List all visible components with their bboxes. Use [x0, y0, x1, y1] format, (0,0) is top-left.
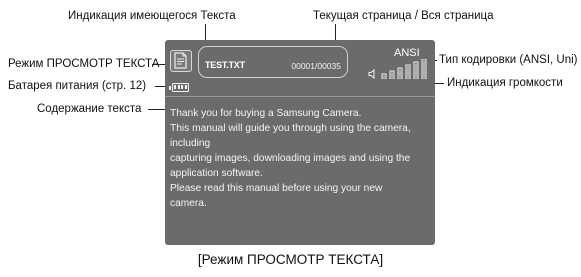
text-line: capturing images, downloading images and… [170, 153, 411, 164]
callout-text-indicator: Индикация имеющегося Текста [68, 10, 236, 22]
page-counter: 00001/00035 [291, 61, 341, 71]
callout-encoding-type: Тип кодировки (ANSI, Uni) [439, 54, 578, 66]
callout-page-indicator: Текущая страница / Вся страница [313, 10, 494, 22]
callout-text-content: Содержание текста [37, 103, 142, 115]
leader-line-text-content [148, 109, 166, 110]
screen-divider [165, 96, 435, 97]
encoding-label: ANSI [394, 47, 420, 59]
figure-caption: [Режим ПРОСМОТР ТЕКСТА] [197, 252, 384, 267]
volume-indicator [381, 59, 427, 79]
speaker-icon [368, 69, 375, 79]
text-line: Please read this manual before using you… [170, 183, 383, 194]
text-line: This manual will guide you through using… [170, 123, 411, 134]
text-line: camera. [170, 198, 207, 209]
text-content-area: Thank you for buying a Samsung Camera. Th… [170, 106, 432, 211]
file-name: TEST.TXT [205, 60, 245, 70]
callout-battery: Батарея питания (стр. 12) [8, 80, 147, 92]
camera-text-view-screen: TEST.TXT 00001/00035 ANSI Thank you for … [165, 40, 435, 245]
text-document-icon [170, 50, 192, 72]
text-line: application software. [170, 168, 263, 179]
callout-view-mode: Режим ПРОСМОТР ТЕКСТА [8, 58, 160, 70]
text-line: Thank you for buying a Samsung Camera. [170, 108, 362, 119]
battery-icon [169, 83, 189, 92]
text-line: including [170, 138, 211, 149]
callout-volume: Индикация громкости [447, 77, 563, 89]
file-info-bar: TEST.TXT 00001/00035 [198, 46, 348, 78]
